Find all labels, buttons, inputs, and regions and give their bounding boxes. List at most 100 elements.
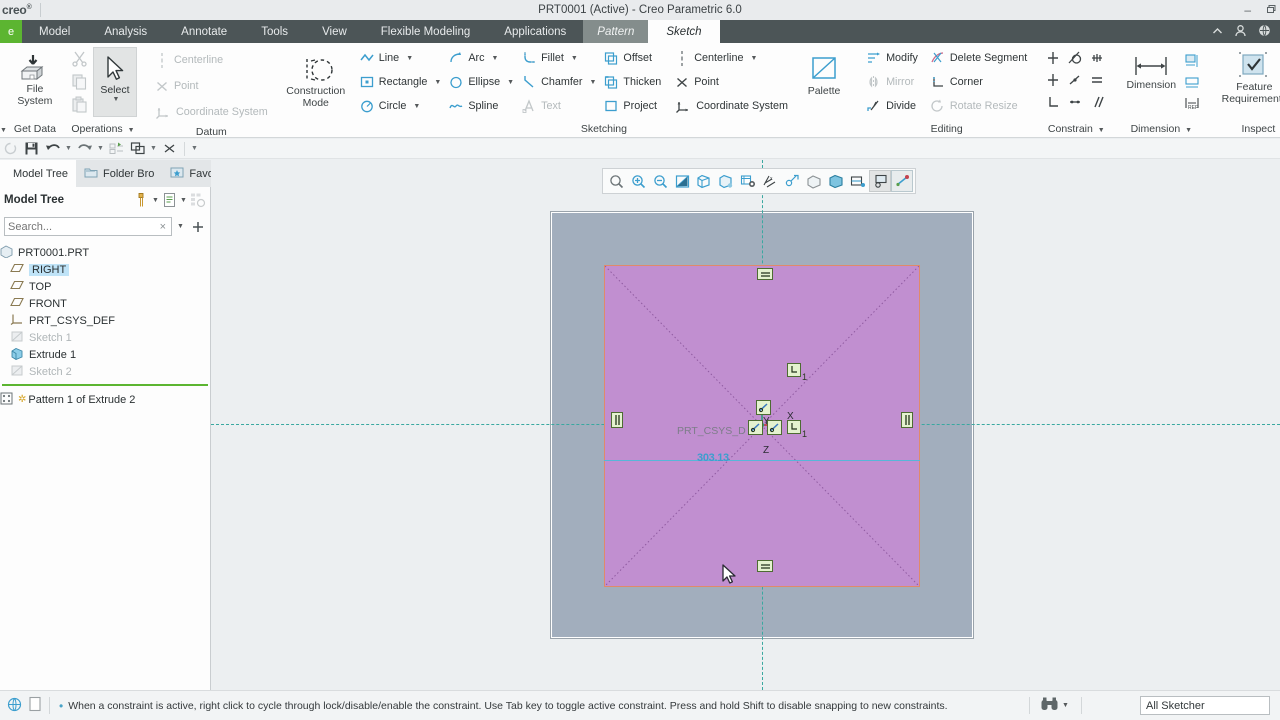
tab-flexible-modeling[interactable]: Flexible Modeling <box>364 20 488 43</box>
display-style-icon[interactable] <box>693 170 715 192</box>
web-link-icon[interactable] <box>7 697 22 715</box>
equal-constraint-bottom[interactable] <box>757 560 773 572</box>
filter-settings-icon[interactable] <box>133 190 150 210</box>
constrain-caret-icon[interactable]: ▼ <box>1098 127 1105 134</box>
window-caret-icon[interactable]: ▼ <box>149 145 158 152</box>
equal-constraint-top[interactable] <box>757 268 773 280</box>
filter-caret-icon[interactable]: ▼ <box>150 197 161 204</box>
restore-button[interactable] <box>1265 0 1276 20</box>
tangent-constraint-icon[interactable] <box>1065 48 1085 68</box>
fillet-button[interactable]: Fillet ▼ <box>518 46 582 70</box>
sketch-view-icon[interactable] <box>891 170 913 192</box>
offset-button[interactable]: Offset <box>600 46 656 70</box>
qat-overflow-caret-icon[interactable]: ▼ <box>190 145 199 152</box>
vertical-constraint-right[interactable] <box>901 412 913 428</box>
reference-dimension-icon[interactable]: REF <box>1182 93 1202 113</box>
select-button[interactable]: Select ▼ <box>92 47 137 117</box>
undo-caret-icon[interactable]: ▼ <box>64 145 73 152</box>
notes-icon[interactable] <box>28 696 42 715</box>
tree-item-sketch1[interactable]: Sketch 1 <box>0 329 210 346</box>
tree-item-sketch2[interactable]: Sketch 2 <box>0 363 210 380</box>
rectangle-caret-icon[interactable]: ▼ <box>434 79 441 86</box>
dimension-caret-icon[interactable]: ▼ <box>1185 127 1192 134</box>
redo-caret-icon[interactable]: ▼ <box>96 145 105 152</box>
tree-item-csys[interactable]: PRT_CSYS_DEF <box>0 312 210 329</box>
arc-button[interactable]: Arc ▼ <box>445 46 502 70</box>
regenerate-icon[interactable] <box>107 140 126 158</box>
tab-sketch[interactable]: Sketch <box>648 20 720 43</box>
palette-button[interactable]: Palette <box>796 46 852 97</box>
dimension-button[interactable]: Dimension <box>1120 49 1182 91</box>
vertical-constraint-left[interactable] <box>611 412 623 428</box>
tab-applications[interactable]: Applications <box>487 20 583 43</box>
chevron-up-icon[interactable] <box>1212 26 1223 38</box>
search-options-caret-icon[interactable]: ▼ <box>175 223 186 230</box>
circle-button[interactable]: Circle ▼ <box>356 94 425 118</box>
graphics-window[interactable]: 303.13 PRT_CSYS_D X Y Z 1 1 x <box>211 160 1280 690</box>
sketch-csys-button[interactable]: Coordinate System <box>671 94 792 118</box>
redo-icon[interactable] <box>75 140 94 158</box>
tab-folder-browser[interactable]: Folder Bro <box>76 160 163 187</box>
selection-filter-dropdown[interactable]: All Sketcher <box>1140 696 1270 715</box>
tree-item-part[interactable]: PRT0001.PRT <box>0 244 210 261</box>
save-icon[interactable] <box>22 140 41 158</box>
clear-search-icon[interactable]: × <box>158 221 168 233</box>
close-window-icon[interactable] <box>160 140 179 158</box>
search-input-wrapper[interactable]: × <box>4 217 172 236</box>
tree-item-pattern[interactable]: ✲ Pattern 1 of Extrude 2 <box>0 391 210 408</box>
search-input[interactable] <box>8 220 158 233</box>
tab-tools[interactable]: Tools <box>244 20 305 43</box>
vertical-constraint-icon[interactable] <box>1043 48 1063 68</box>
spline-button[interactable]: Spline <box>445 94 502 118</box>
tree-item-top[interactable]: TOP <box>0 278 210 295</box>
datum-display-icon[interactable]: x <box>759 170 781 192</box>
chamfer-button[interactable]: Chamfer ▼ <box>518 70 600 94</box>
tab-model-tree[interactable]: Model Tree <box>0 160 77 187</box>
delete-segment-button[interactable]: Delete Segment <box>926 46 1031 70</box>
operations-caret-icon[interactable]: ▼ <box>128 127 135 134</box>
arc-caret-icon[interactable]: ▼ <box>492 55 499 62</box>
tangent-constraint-top[interactable] <box>756 400 771 415</box>
tree-columns-icon[interactable] <box>161 190 178 210</box>
tree-item-right[interactable]: RIGHT <box>0 261 210 278</box>
ellipse-caret-icon[interactable]: ▼ <box>507 79 514 86</box>
file-menu-button[interactable]: e <box>0 20 22 43</box>
baseline-dimension-icon[interactable] <box>1182 51 1202 71</box>
thicken-button[interactable]: Thicken <box>600 70 665 94</box>
corner-button[interactable]: Corner <box>926 70 987 94</box>
chamfer-caret-icon[interactable]: ▼ <box>589 79 596 86</box>
user-icon[interactable] <box>1234 24 1247 40</box>
line-button[interactable]: Line ▼ <box>356 46 417 70</box>
sketch-centerline-button[interactable]: Centerline ▼ <box>671 46 761 70</box>
perpendicular-constraint-icon[interactable] <box>1043 92 1063 112</box>
line-caret-icon[interactable]: ▼ <box>406 55 413 62</box>
ordinate-dimension-icon[interactable] <box>1182 72 1202 92</box>
rectangle-button[interactable]: Rectangle ▼ <box>356 70 446 94</box>
file-system-button[interactable]: File System <box>7 49 63 107</box>
width-dimension-line[interactable] <box>604 460 920 461</box>
tree-item-front[interactable]: FRONT <box>0 295 210 312</box>
perpendicular-constraint-1[interactable] <box>787 363 801 377</box>
insert-here-marker[interactable] <box>2 384 208 386</box>
tab-annotate[interactable]: Annotate <box>164 20 244 43</box>
spin-center-icon[interactable] <box>803 170 825 192</box>
find-caret-icon[interactable]: ▼ <box>1060 702 1071 709</box>
modify-button[interactable]: Modify <box>862 46 922 70</box>
new-icon[interactable] <box>1 140 20 158</box>
tree-display-icon[interactable] <box>189 190 206 210</box>
undo-icon[interactable] <box>43 140 62 158</box>
construction-mode-button[interactable]: Construction Mode <box>280 51 352 109</box>
help-icon[interactable] <box>1258 24 1271 40</box>
circle-caret-icon[interactable]: ▼ <box>413 103 420 110</box>
refit-icon[interactable] <box>605 170 627 192</box>
equal-constraint-icon[interactable] <box>1087 70 1107 90</box>
ellipse-button[interactable]: Ellipse ▼ <box>445 70 518 94</box>
perpendicular-constraint-2[interactable] <box>787 420 801 434</box>
tab-view[interactable]: View <box>305 20 364 43</box>
annotation-display-icon[interactable] <box>781 170 803 192</box>
binoculars-icon[interactable] <box>1040 696 1059 715</box>
section-icon[interactable] <box>847 170 869 192</box>
getdata-caret[interactable]: ▼ <box>0 121 7 138</box>
appearance-icon[interactable] <box>715 170 737 192</box>
sketch-display-icon[interactable] <box>869 170 891 192</box>
